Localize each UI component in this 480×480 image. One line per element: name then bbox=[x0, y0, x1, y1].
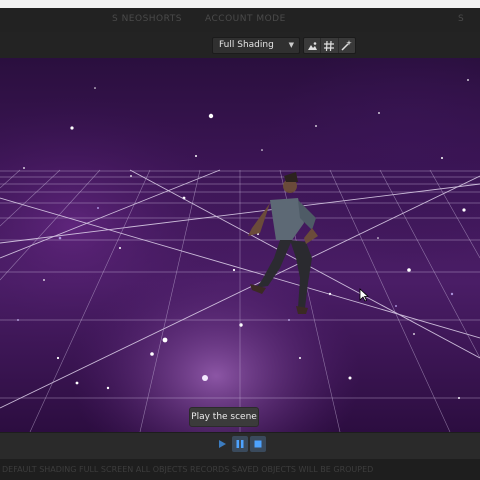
pause-button[interactable] bbox=[232, 436, 248, 452]
play-icon bbox=[219, 440, 226, 448]
mouse-cursor-icon bbox=[359, 288, 369, 302]
3d-viewport[interactable] bbox=[0, 58, 480, 432]
viewport-tool-group bbox=[303, 37, 356, 54]
chevron-down-icon: ▼ bbox=[288, 41, 294, 49]
magic-wand-icon[interactable] bbox=[339, 38, 355, 53]
scene-canvas[interactable] bbox=[0, 58, 480, 432]
stop-icon bbox=[254, 440, 262, 448]
stop-button[interactable] bbox=[250, 436, 266, 452]
header-right-text[interactable]: S bbox=[458, 14, 464, 24]
image-icon[interactable] bbox=[304, 38, 322, 53]
app-header: S NEOSHORTS ACCOUNT MODE S bbox=[0, 8, 480, 33]
shading-mode-select[interactable]: Full Shading ▼ bbox=[212, 37, 300, 54]
header-left-text[interactable]: S NEOSHORTS bbox=[112, 14, 182, 24]
header-middle-text[interactable]: ACCOUNT MODE bbox=[205, 14, 286, 24]
browser-top-strip bbox=[0, 0, 480, 8]
grid-icon[interactable] bbox=[321, 38, 339, 53]
playback-controls bbox=[214, 436, 266, 452]
play-button[interactable] bbox=[214, 436, 230, 452]
shading-mode-value: Full Shading bbox=[219, 40, 274, 50]
pause-icon bbox=[236, 440, 244, 448]
play-tooltip: Play the scene bbox=[189, 407, 259, 427]
status-bar: DEFAULT SHADING FULL SCREEN ALL OBJECTS … bbox=[0, 459, 480, 480]
